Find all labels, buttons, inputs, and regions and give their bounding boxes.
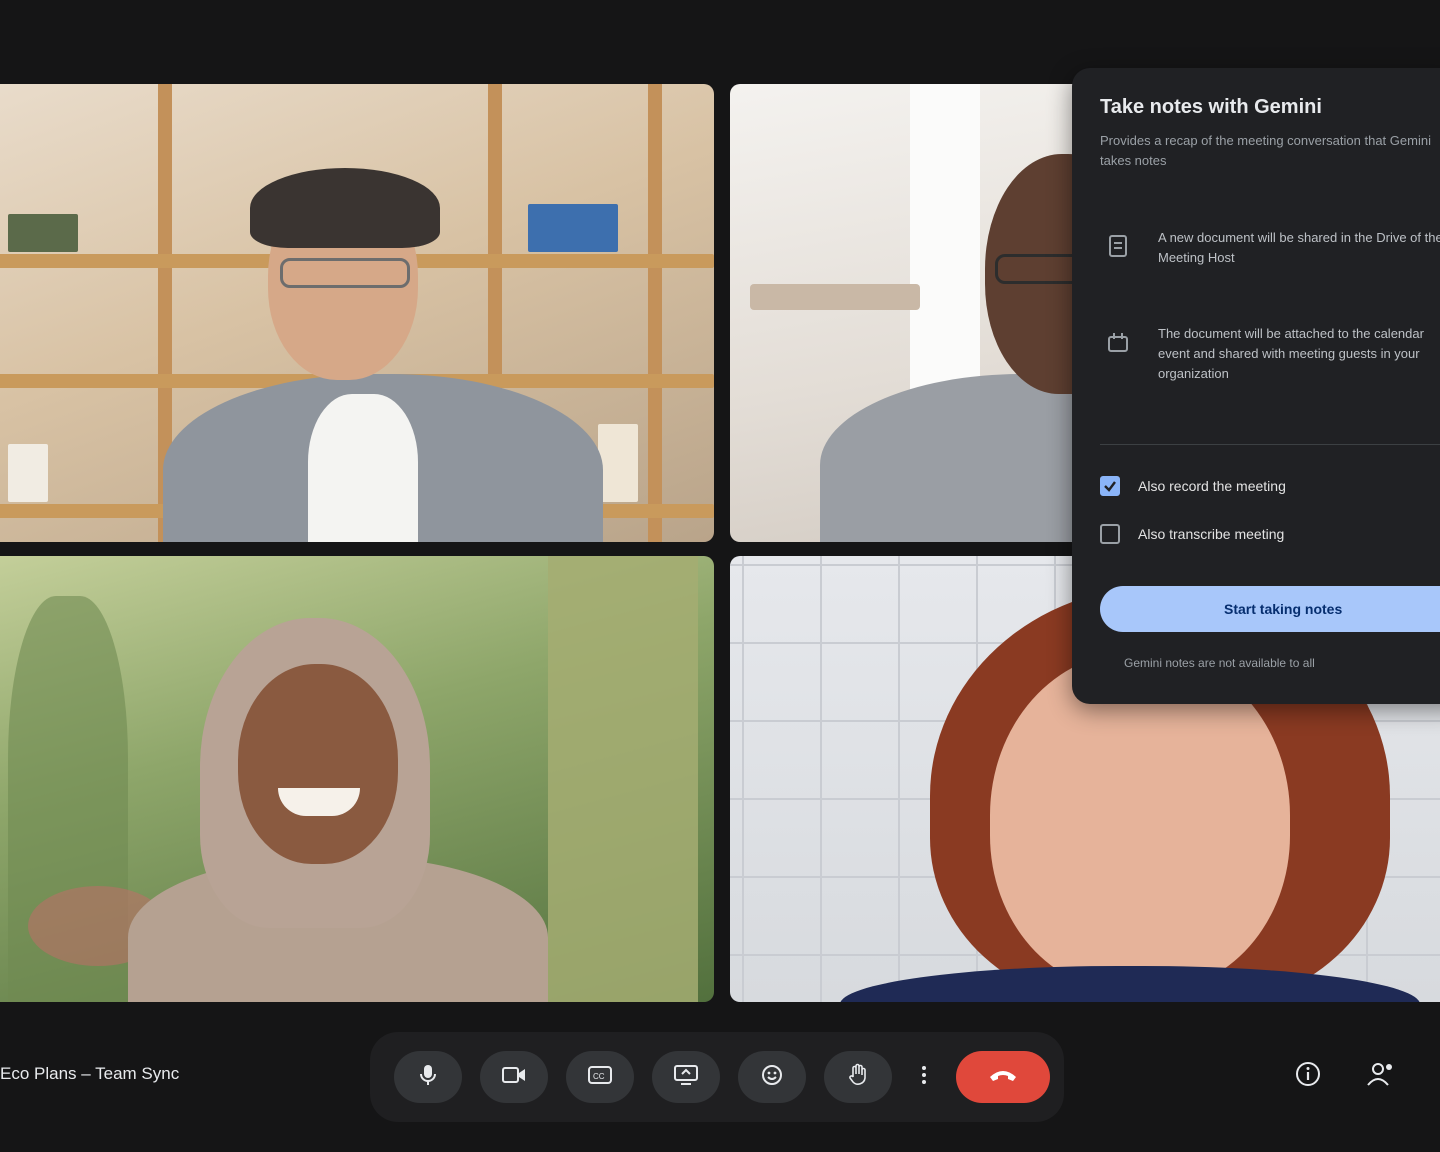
checkbox-checked-icon[interactable] <box>1100 476 1120 496</box>
camera-button[interactable] <box>480 1051 548 1103</box>
captions-button[interactable]: CC <box>566 1051 634 1103</box>
attachment-icon <box>1100 324 1136 360</box>
info-item-text: The document will be attached to the cal… <box>1158 326 1424 381</box>
start-taking-notes-button[interactable]: Start taking notes <box>1100 586 1440 632</box>
panel-description: Provides a recap of the meeting conversa… <box>1100 133 1431 168</box>
wall-shelf <box>750 284 920 310</box>
right-toolbar <box>1290 1056 1440 1092</box>
gemini-notes-panel: Take notes with Gemini Provides a recap … <box>1072 68 1440 704</box>
camera-icon <box>502 1066 526 1089</box>
option-label: Also record the meeting <box>1138 478 1286 494</box>
video-tile-participant-1[interactable] <box>0 84 714 542</box>
call-controls-bar: CC <box>370 1032 1064 1122</box>
microphone-button[interactable] <box>394 1051 462 1103</box>
shelf-box <box>528 204 618 252</box>
info-icon[interactable] <box>1290 1056 1326 1092</box>
ornamental-tree <box>548 556 698 1002</box>
shelf-book <box>598 424 638 502</box>
checkbox-unchecked-icon[interactable] <box>1100 524 1120 544</box>
info-item-attachment: The document will be attached to the cal… <box>1100 324 1440 384</box>
present-screen-button[interactable] <box>652 1051 720 1103</box>
bookshelf-upright <box>648 84 662 542</box>
captions-icon: CC <box>588 1065 612 1089</box>
option-label: Also transcribe meeting <box>1138 526 1285 542</box>
video-tile-participant-3[interactable] <box>0 556 714 1002</box>
more-options-icon <box>921 1064 927 1091</box>
svg-text:CC: CC <box>593 1072 605 1081</box>
raise-hand-button[interactable] <box>824 1051 892 1103</box>
emoji-reactions-icon <box>761 1064 783 1091</box>
present-screen-icon <box>674 1064 698 1090</box>
end-call-button[interactable] <box>956 1051 1050 1103</box>
option-record-meeting[interactable]: Also record the meeting <box>1100 476 1286 496</box>
panel-footnote: Gemini notes are not available to all <box>1124 656 1315 670</box>
panel-divider <box>1100 444 1440 445</box>
option-transcribe-meeting[interactable]: Also transcribe meeting <box>1100 524 1284 544</box>
meeting-stage: Take notes with Gemini Provides a recap … <box>0 0 1440 1152</box>
info-item-document: A new document will be shared in the Dri… <box>1100 228 1440 268</box>
shelf-book <box>8 444 48 502</box>
shelf-plant <box>8 214 78 252</box>
document-icon <box>1100 228 1136 264</box>
people-icon[interactable] <box>1364 1056 1400 1092</box>
microphone-icon <box>420 1064 436 1091</box>
panel-title: Take notes with Gemini <box>1100 96 1322 118</box>
more-options-button[interactable] <box>910 1051 938 1103</box>
raise-hand-icon <box>848 1063 868 1092</box>
info-item-text: A new document will be shared in the Dri… <box>1158 230 1440 265</box>
meeting-title: Eco Plans – Team Sync <box>0 1064 180 1083</box>
end-call-icon <box>988 1068 1018 1087</box>
emoji-reactions-button[interactable] <box>738 1051 806 1103</box>
